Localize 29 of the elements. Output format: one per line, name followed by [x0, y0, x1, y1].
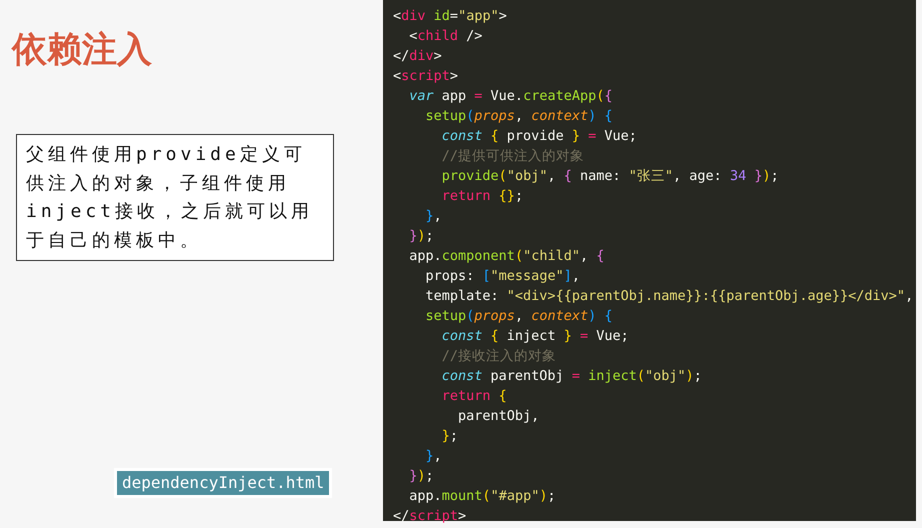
code-line: <script> — [393, 67, 458, 86]
code-line: }, — [424, 447, 442, 466]
slide-title: 依赖注入 — [12, 30, 152, 70]
file-name-label: dependencyInject.html — [114, 468, 332, 498]
code-line: setup(props, context) { — [424, 107, 613, 126]
code-line: //提供可供注入的对象 — [440, 147, 584, 166]
code-line: //接收注入的对象 — [440, 347, 556, 366]
code-line: return {}; — [440, 187, 524, 206]
code-line: </div> — [393, 47, 442, 66]
code-line: return { — [440, 387, 507, 406]
code-line: template: "<div>{{parentObj.name}}:{{parentObj.age}}</div>", — [424, 287, 914, 306]
code-line: <child /> — [408, 27, 482, 46]
code-line: provide("obj", { name: "张三", age: 34 }); — [440, 167, 779, 186]
code-line: }, — [424, 207, 442, 226]
code-line: </script> — [393, 507, 466, 526]
code-line: props: ["message"], — [424, 267, 580, 286]
code-line: const { provide } = Vue; — [440, 127, 637, 146]
code-line: <div id="app"> — [393, 7, 507, 26]
code-line: parentObj, — [457, 407, 540, 426]
code-line: const { inject } = Vue; — [440, 327, 629, 346]
code-line: const parentObj = inject("obj"); — [440, 367, 702, 386]
code-line: }); — [408, 227, 434, 246]
description-text: 父组件使用provide定义可供注入的对象，子组件使用inject接收，之后就可以用于自己的模板中。 — [16, 134, 334, 261]
code-line: app.component("child", { — [408, 247, 604, 266]
code-line: setup(props, context) { — [424, 307, 613, 326]
code-line: }; — [440, 427, 458, 446]
code-line: var app = Vue.createApp({ — [408, 87, 612, 106]
code-line: }); — [408, 467, 434, 486]
code-line: app.mount("#app"); — [408, 487, 556, 506]
